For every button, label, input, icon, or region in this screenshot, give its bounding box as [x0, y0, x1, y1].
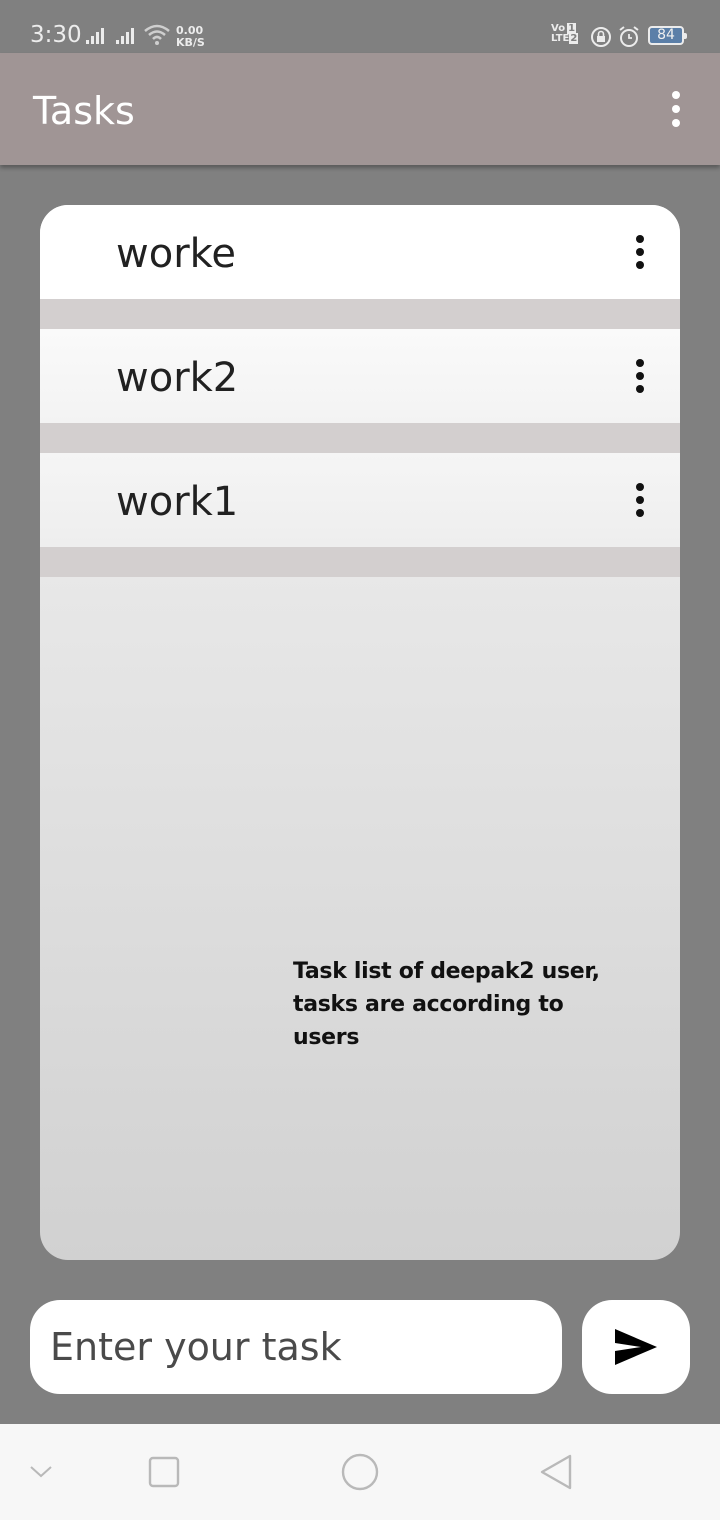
alarm-icon — [619, 26, 639, 47]
volte-bottom: LTE — [551, 33, 570, 44]
volte-icon: Vo 1 LTE2 — [551, 23, 579, 44]
chevron-down-icon[interactable] — [20, 1424, 62, 1520]
task-input[interactable] — [30, 1300, 562, 1394]
status-bar: 3:30 0.00 KB/S Vo 1 LTE2 84 — [0, 0, 720, 53]
more-vert-icon[interactable] — [656, 83, 696, 135]
battery-icon: 84 — [648, 26, 687, 45]
status-time: 3:30 — [30, 22, 82, 48]
page-title: Tasks — [33, 89, 135, 133]
rotation-lock-icon — [591, 27, 611, 47]
back-icon[interactable] — [534, 1424, 578, 1520]
sim-bottom: 2 — [569, 33, 579, 44]
divider — [40, 299, 680, 329]
divider — [40, 423, 680, 453]
more-vert-icon[interactable] — [624, 227, 656, 277]
task-list: worke work2 work1 Task list of deepak2 u… — [40, 205, 680, 1260]
task-item[interactable]: work2 — [40, 329, 680, 423]
app-bar: Tasks — [0, 53, 720, 165]
task-name: worke — [116, 231, 236, 277]
annotation-line: tasks are according to users — [293, 992, 564, 1050]
annotation-text: Task list of deepak2 user, tasks are acc… — [293, 955, 633, 1054]
more-vert-icon[interactable] — [624, 475, 656, 525]
more-vert-icon[interactable] — [624, 351, 656, 401]
send-button[interactable] — [582, 1300, 690, 1394]
task-item[interactable]: work1 — [40, 453, 680, 547]
net-speed-unit: KB/S — [176, 36, 205, 49]
task-item[interactable]: worke — [40, 205, 680, 299]
task-name: work1 — [116, 479, 239, 525]
home-icon[interactable] — [334, 1424, 386, 1520]
signal-icon — [116, 26, 134, 44]
task-name: work2 — [116, 355, 239, 401]
battery-level: 84 — [657, 27, 675, 43]
annotation-line: Task list of deepak2 user, — [293, 959, 600, 984]
net-speed: 0.00 KB/S — [176, 25, 205, 49]
recents-icon[interactable] — [140, 1424, 188, 1520]
wifi-icon — [144, 24, 170, 45]
send-icon — [615, 1329, 657, 1365]
signal-icon — [86, 26, 104, 44]
navigation-bar — [0, 1424, 720, 1520]
divider — [40, 547, 680, 577]
